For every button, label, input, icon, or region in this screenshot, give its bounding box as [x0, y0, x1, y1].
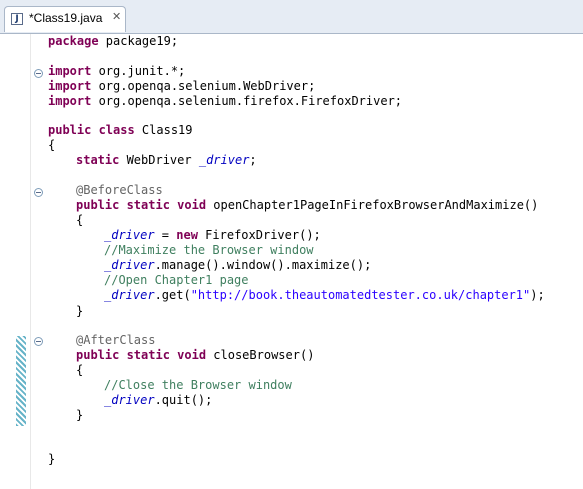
code-line-comment-open-page: //Open Chapter1 page — [104, 273, 249, 287]
fold-toggle-afterclass-icon[interactable] — [34, 337, 43, 346]
code-line-method1-close: } — [76, 304, 84, 318]
code-line-class-close: } — [48, 452, 56, 466]
fold-toggle-imports-icon[interactable] — [34, 69, 43, 78]
code-line-class-open: { — [48, 138, 56, 152]
tab-label: *Class19.java — [29, 11, 103, 25]
code-line-method1-open: { — [76, 213, 84, 227]
code-line-method2-open: { — [76, 363, 84, 377]
code-line-afterclass: @AfterClass — [76, 333, 156, 347]
code-line-comment-maximize: //Maximize the Browser window — [104, 243, 314, 257]
tab-class19-java[interactable]: J *Class19.java ✕ — [4, 6, 126, 32]
code-line-method2-close: } — [76, 408, 84, 422]
code-line-import-junit: import org.junit.*; — [48, 64, 186, 78]
code-line-new-driver: _driver = new FirefoxDriver(); — [104, 228, 321, 242]
code-line-maximize: _driver.manage().window().maximize(); — [104, 258, 372, 272]
code-line-import-webdriver: import org.openqa.selenium.WebDriver; — [48, 79, 316, 93]
code-line-field: static WebDriver _driver; — [76, 153, 257, 167]
code-line-method1-decl: public static void openChapter1PageInFir… — [76, 198, 539, 212]
code-line-beforeclass: @BeforeClass — [76, 183, 163, 197]
editor-tab-bar: J *Class19.java ✕ — [0, 0, 583, 34]
code-line-get-url: _driver.get("http://book.theautomatedtes… — [104, 288, 545, 302]
change-marker — [16, 336, 26, 426]
close-icon[interactable]: ✕ — [112, 10, 121, 23]
code-line-class-decl: public class Class19 — [48, 123, 193, 137]
editor-gutter — [0, 34, 31, 489]
fold-toggle-beforeclass-icon[interactable] — [34, 188, 43, 197]
code-line-package: package package19; — [48, 34, 179, 48]
code-line-quit: _driver.quit(); — [104, 393, 213, 407]
code-line-import-firefoxdriver: import org.openqa.selenium.firefox.Firef… — [48, 94, 403, 108]
code-line-method2-decl: public static void closeBrowser() — [76, 348, 315, 362]
code-editor[interactable]: package package19; import org.junit.*; i… — [0, 34, 583, 489]
code-line-comment-close-browser: //Close the Browser window — [104, 378, 292, 392]
java-file-icon: J — [11, 13, 23, 25]
